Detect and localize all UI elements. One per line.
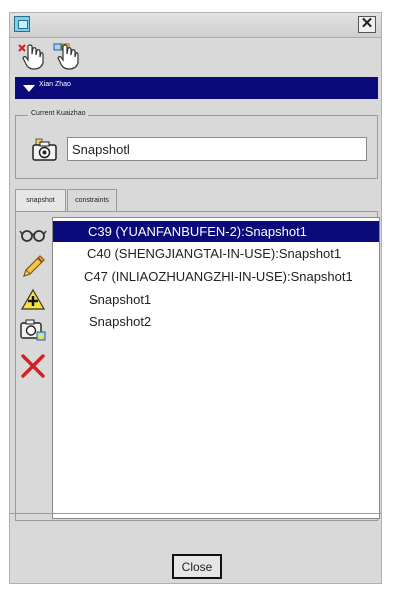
list-item[interactable]: C47 (INLIAOZHUANGZHI-IN-USE):Snapshot1 <box>53 266 379 287</box>
edit-button[interactable] <box>19 254 47 280</box>
list-item-label: Snapshot1 <box>89 292 152 307</box>
tab-snapshot[interactable]: snapshot <box>15 189 66 213</box>
tab-constraints[interactable]: constraints <box>67 189 117 211</box>
delete-pick-button[interactable] <box>16 42 46 72</box>
collapse-triangle-icon[interactable] <box>23 85 35 92</box>
view-button[interactable] <box>19 222 47 248</box>
group-legend-label: Current Kuaizhao <box>31 110 86 117</box>
camera-icon <box>32 137 58 163</box>
delete-button[interactable] <box>19 353 47 379</box>
delete-pick-icon <box>18 44 44 70</box>
list-item-label: Snapshot2 <box>89 314 152 329</box>
add-snapshot-button[interactable] <box>19 287 47 313</box>
list-item[interactable]: Snapshot2 <box>53 311 379 332</box>
title-bar[interactable]: ✕ <box>10 13 381 38</box>
tab-label: snapshot <box>26 197 55 204</box>
capture-button[interactable] <box>19 316 47 342</box>
snapshot-dialog: ✕ Xian Zhao Current Kuaizhao Snapshotl s… <box>9 12 382 584</box>
camera-icon <box>20 319 46 341</box>
snapshot-name-input[interactable] <box>67 137 367 161</box>
app-icon <box>14 16 30 32</box>
tab-label: constraints <box>75 197 109 204</box>
list-item[interactable]: Snapshot1 <box>53 289 379 310</box>
list-item[interactable]: C40 (SHENGJIANGTAI-IN-USE):Snapshot1 <box>53 243 379 264</box>
add-warning-icon <box>20 288 46 310</box>
glasses-icon <box>19 230 47 242</box>
footer-divider <box>10 513 381 514</box>
list-item-label: C39 (YUANFANBUFEN-2):Snapshot1 <box>88 224 307 239</box>
window-close-button[interactable]: ✕ <box>358 16 376 33</box>
pick-icon <box>53 43 79 70</box>
delete-icon <box>21 354 45 378</box>
list-item-label: C40 (SHENGJIANGTAI-IN-USE):Snapshot1 <box>87 246 342 261</box>
pencil-icon <box>23 255 45 277</box>
list-item-label: C47 (INLIAOZHUANGZHI-IN-USE):Snapshot1 <box>84 269 353 284</box>
section-label: Xian Zhao <box>39 81 71 88</box>
close-button[interactable]: Close <box>172 554 222 579</box>
snapshot-list[interactable]: C39 (YUANFANBUFEN-2):Snapshot1 C40 (SHEN… <box>52 217 380 519</box>
toolbar <box>10 39 381 75</box>
current-snapshot-legend: Current Kuaizhao <box>28 108 89 120</box>
list-item[interactable]: C39 (YUANFANBUFEN-2):Snapshot1 <box>53 221 379 242</box>
pick-button[interactable] <box>51 42 81 72</box>
xian-zhao-section-header[interactable]: Xian Zhao <box>15 77 378 99</box>
